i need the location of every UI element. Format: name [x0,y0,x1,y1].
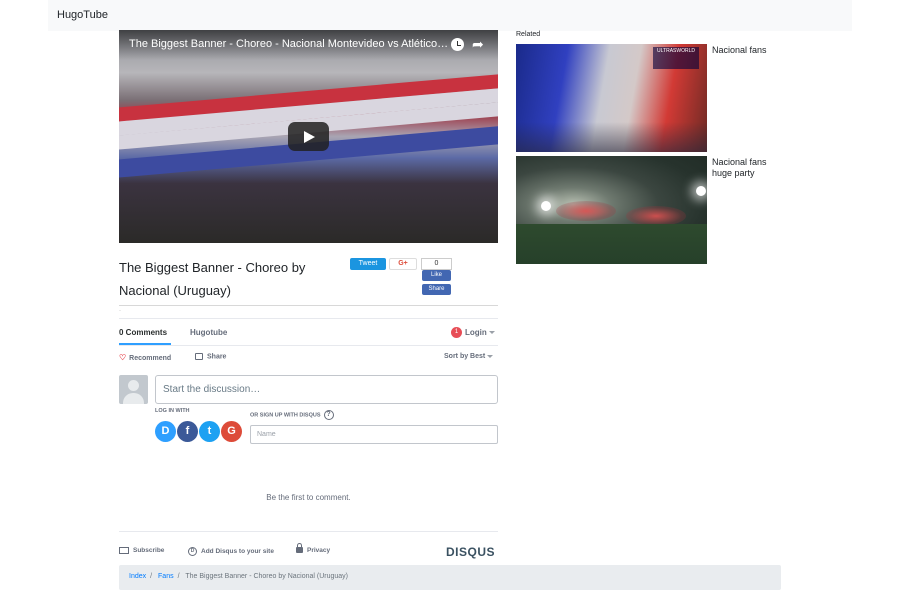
disqus-login-icon[interactable]: D [155,421,176,442]
facebook-like-count: 0 [421,258,452,270]
facebook-like-button[interactable]: Like [422,270,451,281]
twitter-login-icon[interactable]: t [199,421,220,442]
top-navbar: HugoTube [48,0,852,31]
facebook-share-button[interactable]: Share [422,284,451,295]
heart-icon: ♡ [119,353,127,362]
play-button[interactable] [288,122,329,151]
page-title: The Biggest Banner - Choreo by Nacional … [119,260,306,298]
add-disqus-label: Add Disqus to your site [201,548,274,556]
add-disqus-link[interactable]: D Add Disqus to your site [188,547,274,556]
login-label: Login [465,328,487,337]
privacy-link[interactable]: Privacy [296,543,331,554]
floodlight [541,201,551,211]
recommend-button[interactable]: ♡ Recommend [119,353,171,362]
privacy-label: Privacy [307,547,331,554]
share-arrow-icon[interactable]: ➦ [472,36,488,52]
sort-label: Sort by Best [444,353,486,360]
ultrasworld-watermark: ULTRASWORLD [653,47,699,69]
divider [119,345,498,346]
breadcrumb-separator: / [150,573,153,580]
pitch [516,224,707,264]
subscribe-label: Subscribe [133,547,165,555]
floodlight [696,186,706,196]
divider [119,318,498,319]
chevron-down-icon [487,354,494,358]
signup-label: OR SIGN UP WITH DISQUS? [250,410,334,420]
notification-badge[interactable]: 1 [451,327,462,338]
help-icon[interactable]: ? [323,410,334,420]
tab-comments[interactable]: 0 Comments [119,328,167,337]
disqus-logo[interactable]: DISQUS [446,545,495,559]
related-title[interactable]: Nacional fans [712,45,787,56]
signup-text: OR SIGN UP WITH DISQUS [250,412,321,419]
facebook-login-icon[interactable]: f [177,421,198,442]
breadcrumb-item-fans[interactable]: Fans [158,573,174,580]
separator-dot: · [119,308,121,314]
mail-icon [119,547,129,554]
breadcrumb-item-index[interactable]: Index [129,573,146,580]
share-icon [195,353,203,360]
divider [119,531,498,532]
related-thumbnail[interactable] [516,156,707,264]
watch-later-icon[interactable] [451,38,464,51]
lock-icon [296,543,303,554]
divider [119,305,498,306]
video-title[interactable]: The Biggest Banner - Choreo - Nacional M… [129,38,449,50]
share-button[interactable]: Share [195,353,226,360]
google-plus-button[interactable]: G+ [389,258,417,270]
breadcrumb-current: The Biggest Banner - Choreo by Nacional … [185,573,349,580]
breadcrumb-separator: / [177,573,180,580]
breadcrumb: Index / Fans / The Biggest Banner - Choreo… [119,565,781,590]
tab-community[interactable]: Hugotube [190,328,227,337]
sort-dropdown[interactable]: Sort by Best [444,353,494,360]
related-thumbnail[interactable]: ULTRASWORLD [516,44,707,152]
share-label: Share [207,353,227,361]
brand-link[interactable]: HugoTube [57,9,108,21]
tweet-button[interactable]: Tweet [350,258,386,270]
subscribe-link[interactable]: Subscribe [119,547,164,554]
chevron-down-icon [488,331,495,335]
login-dropdown[interactable]: Login [465,328,495,337]
empty-comments-message: Be the first to comment. [266,493,351,502]
flare-glow [556,201,616,221]
name-field[interactable]: Name [250,425,498,444]
disqus-small-icon: D [188,547,197,556]
related-heading: Related [516,31,541,38]
login-with-label: LOG IN WITH [155,408,190,414]
related-title[interactable]: Nacional fans huge party [712,157,787,179]
flare-glow [626,206,686,226]
avatar [119,375,148,404]
comment-input[interactable]: Start the discussion… [155,375,498,404]
recommend-label: Recommend [129,355,172,362]
google-login-icon[interactable]: G [221,421,242,442]
thumbnail-shade [516,122,707,152]
video-player[interactable]: The Biggest Banner - Choreo - Nacional M… [119,30,498,243]
